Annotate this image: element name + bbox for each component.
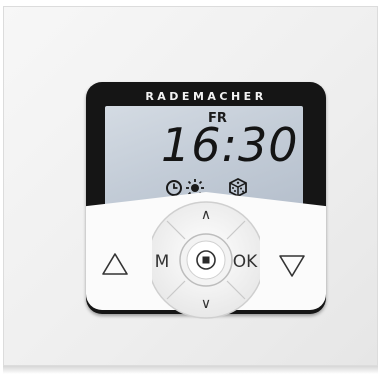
menu-button[interactable]: M [151,251,173,273]
frame-shadow [3,366,378,374]
ok-button[interactable]: OK [229,251,261,273]
brand-label: RADEMACHER [145,90,267,103]
close-button[interactable] [278,254,306,278]
time-display: 16:30 [161,118,299,172]
down-button[interactable]: ∨ [197,295,215,313]
up-button[interactable]: ∧ [197,206,215,224]
open-button[interactable] [101,252,129,276]
stop-button[interactable] [194,248,218,272]
